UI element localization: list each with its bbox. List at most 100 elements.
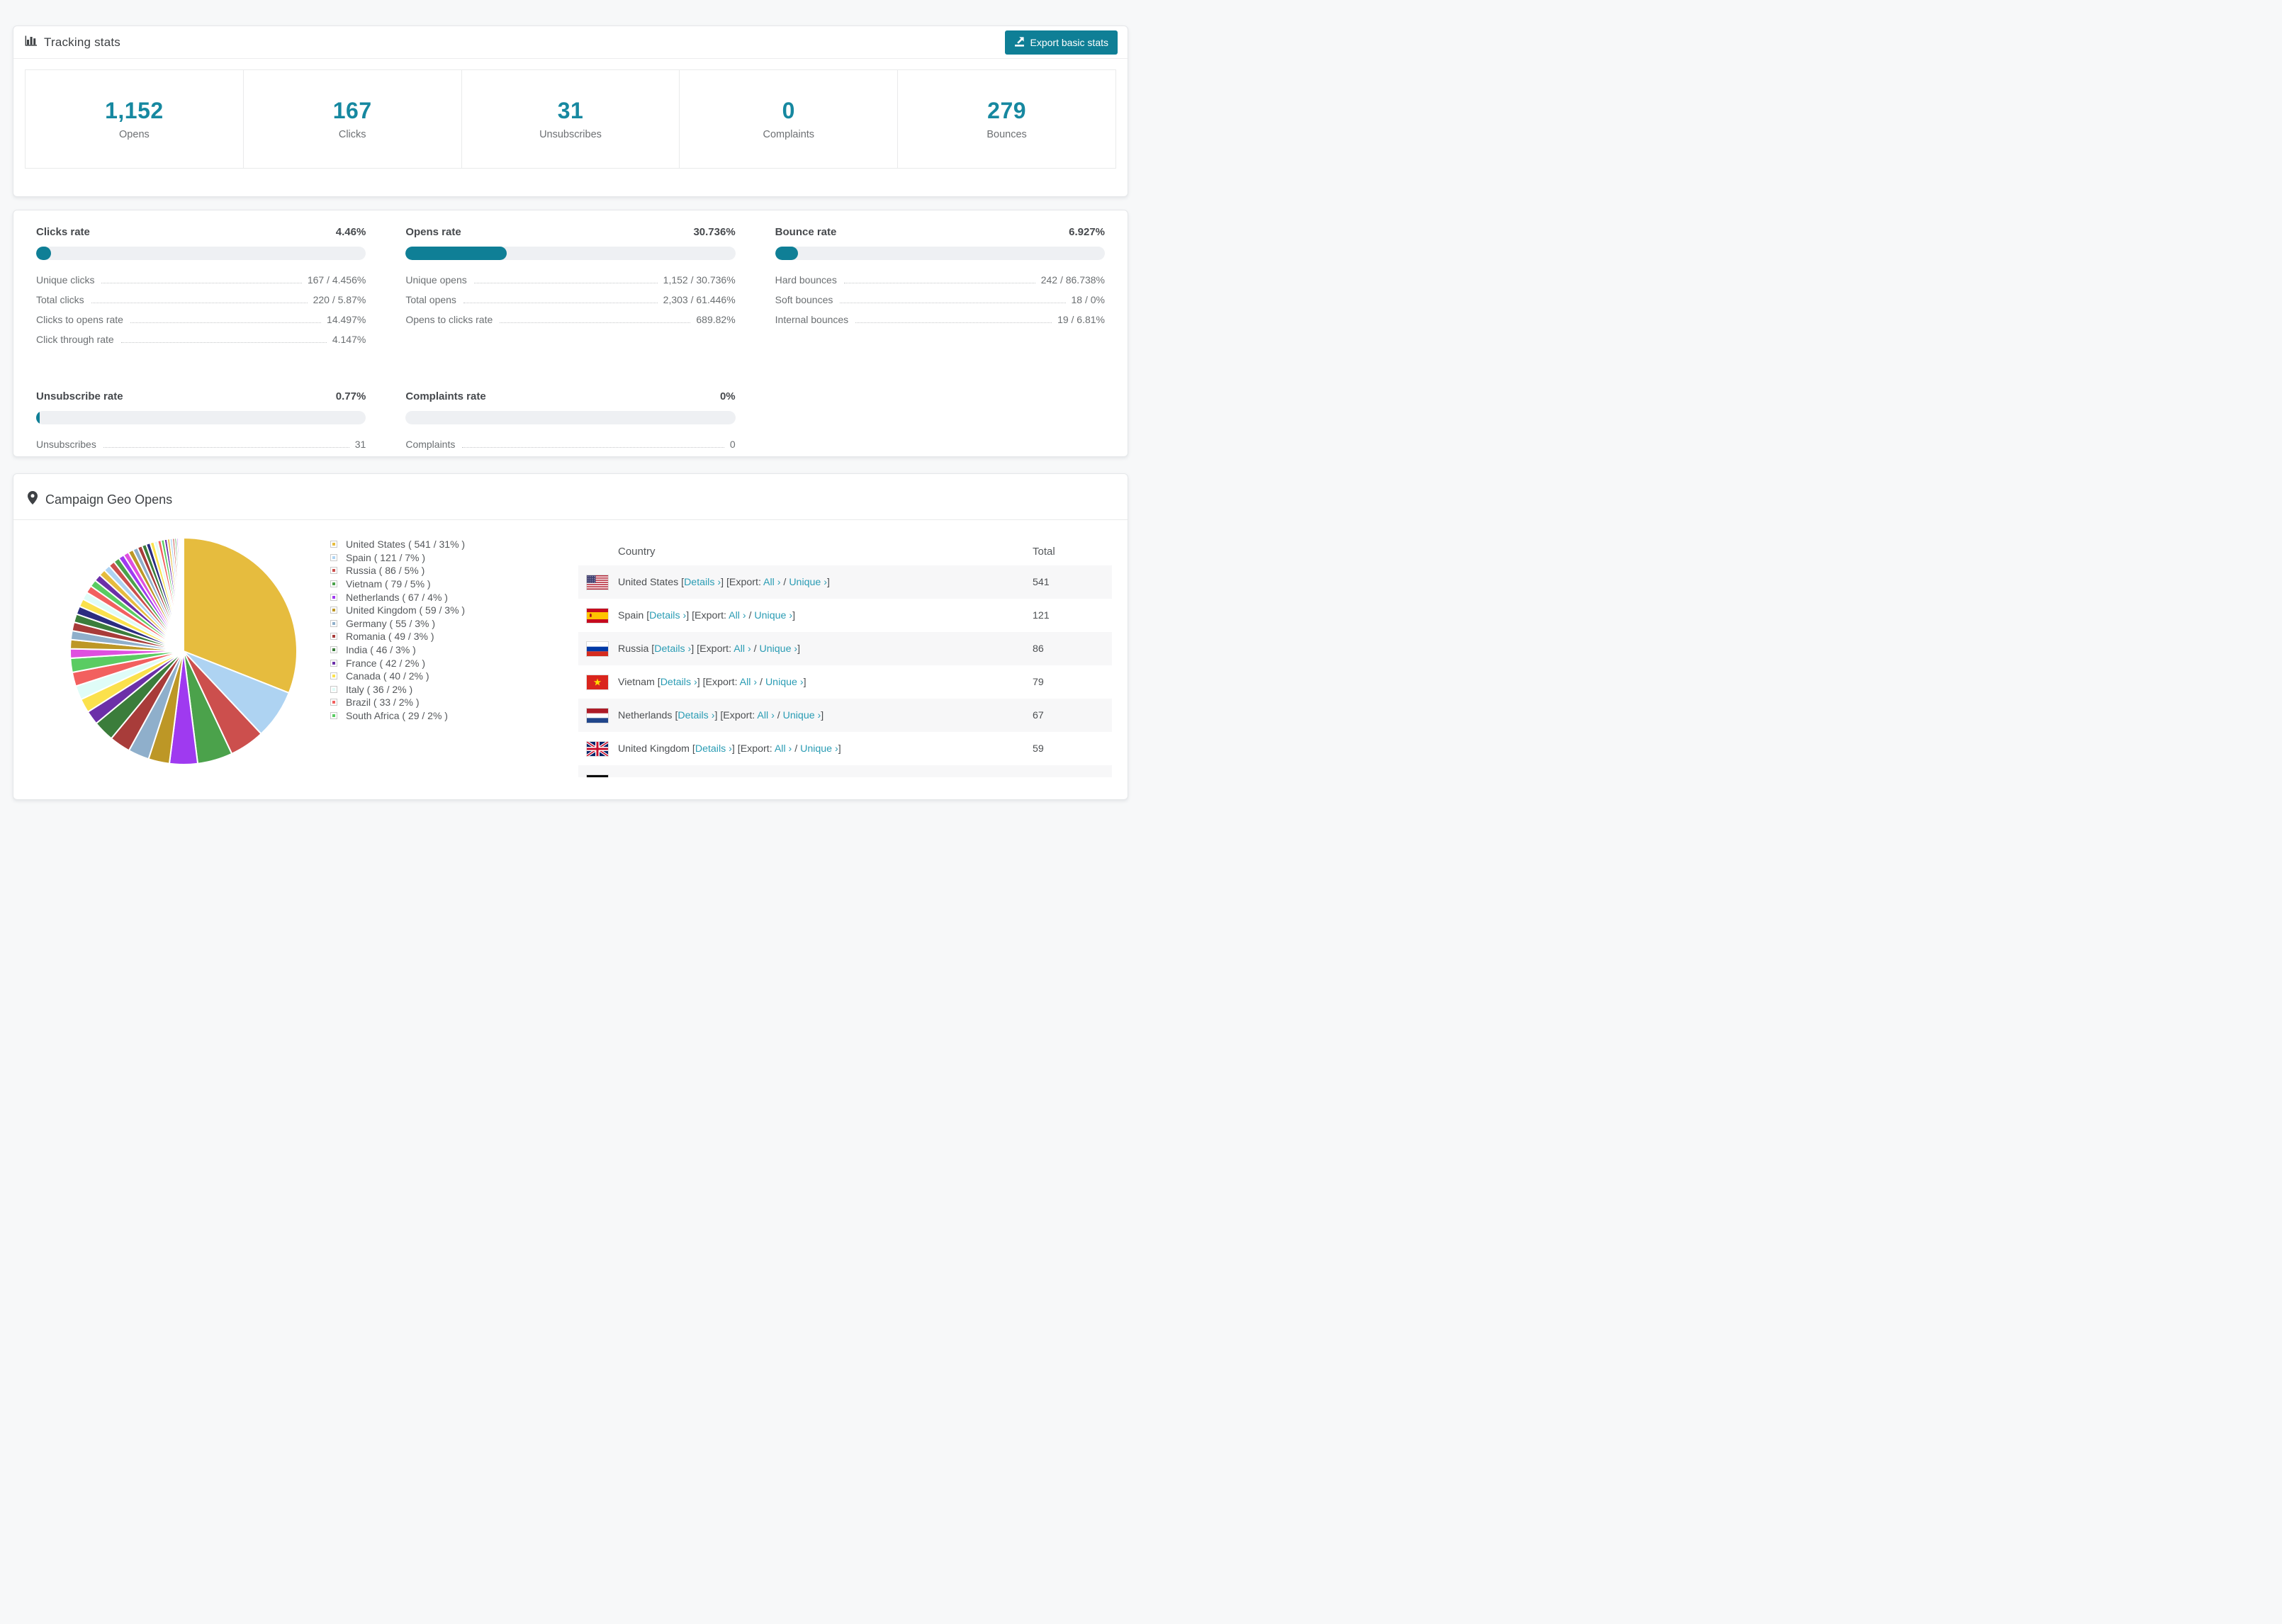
progress-fill (405, 247, 507, 260)
dotted-leader (462, 447, 724, 448)
legend-swatch (330, 633, 337, 641)
table-row-netherlands: Netherlands [Details ›] [Export: All › /… (578, 699, 1112, 732)
spain-export-unique-link[interactable]: Unique › (754, 610, 792, 621)
rate-rows: Unsubscribes 31 (36, 437, 366, 450)
stat-value-unsubscribes: 31 (557, 98, 584, 123)
united-states-export-all-link[interactable]: All › (763, 577, 780, 588)
legend-item-canada: Canada ( 40 / 2% ) (330, 670, 536, 683)
legend-label: Spain ( 121 / 7% ) (346, 551, 426, 563)
rate-row-label: Opens to clicks rate (405, 314, 493, 325)
table-row-united-kingdom: United Kingdom [Details ›] [Export: All … (578, 732, 1112, 765)
stat-label-complaints: Complaints (763, 129, 815, 140)
stat-bounces: 279 Bounces (898, 70, 1115, 168)
vietnam-export-all-link[interactable]: All › (740, 677, 757, 688)
rate-row-value: 0 (729, 439, 736, 450)
tracking-stats-body: 1,152 Opens 167 Clicks 31 Unsubscribes 0 Compla… (13, 59, 1128, 179)
rate-row-unsubscribes: Unsubscribes 31 (36, 437, 366, 450)
vietnam-details-link[interactable]: Details › (661, 677, 697, 688)
rate-row-label: Unsubscribes (36, 439, 96, 450)
germany-export-all-link[interactable]: All › (744, 777, 761, 778)
table-row-vietnam: Vietnam [Details ›] [Export: All › / Uni… (578, 665, 1112, 699)
netherlands-details-link[interactable]: Details › (678, 710, 714, 721)
rate-row-label: Total opens (405, 294, 456, 305)
netherlands-flag-icon (587, 708, 608, 723)
rate-block-clicks-rate: Clicks rate 4.46% Unique clicks 167 / 4.456… (36, 226, 366, 352)
legend-label: South Africa ( 29 / 2% ) (346, 710, 448, 722)
united-states-flag-icon (587, 575, 608, 590)
table-row-united-states: United States [Details ›] [Export: All ›… (578, 565, 1112, 599)
geo-header: Campaign Geo Opens (13, 474, 1128, 519)
legend-item-vietnam: Vietnam ( 79 / 5% ) (330, 577, 536, 591)
vietnam-export-unique-link[interactable]: Unique › (765, 677, 804, 688)
page-title: Tracking stats (44, 35, 120, 49)
total-cell: 67 (1033, 709, 1044, 721)
netherlands-export-unique-link[interactable]: Unique › (783, 710, 821, 721)
legend-swatch (330, 646, 337, 654)
progress-bar-clicks-rate (36, 247, 366, 260)
russia-flag-icon (587, 641, 608, 656)
spain-details-link[interactable]: Details › (649, 610, 686, 621)
united-kingdom-export-all-link[interactable]: All › (775, 743, 792, 755)
country-cell: Netherlands [Details ›] [Export: All › /… (618, 709, 824, 721)
rate-row-total-opens: Total opens 2,303 / 61.446% (405, 293, 735, 305)
total-cell: 59 (1033, 743, 1044, 755)
legend-label: Russia ( 86 / 5% ) (346, 565, 425, 577)
united-kingdom-export-unique-link[interactable]: Unique › (800, 743, 838, 755)
rate-row-label: Click through rate (36, 334, 114, 345)
legend-item-romania: Romania ( 49 / 3% ) (330, 630, 536, 643)
geo-content: United States ( 541 / 31% ) Spain ( 121 /… (13, 520, 1128, 777)
rate-row-clicks-to-opens-rate: Clicks to opens rate 14.497% (36, 312, 366, 325)
total-cell: 86 (1033, 643, 1044, 655)
stat-label-opens: Opens (119, 129, 150, 140)
germany-details-link[interactable]: Details › (665, 777, 702, 778)
country-cell: United States [Details ›] [Export: All ›… (618, 576, 830, 588)
spain-export-all-link[interactable]: All › (729, 610, 746, 621)
united-states-export-unique-link[interactable]: Unique › (789, 577, 827, 588)
united-states-details-link[interactable]: Details › (684, 577, 721, 588)
rate-block-bounce-rate: Bounce rate 6.927% Hard bounces 242 / 86.73… (775, 226, 1105, 352)
rate-title: Clicks rate (36, 226, 90, 238)
geo-title: Campaign Geo Opens (45, 492, 173, 507)
geo-pie-chart[interactable] (67, 534, 300, 772)
stat-label-unsubscribes: Unsubscribes (539, 129, 602, 140)
legend-label: Netherlands ( 67 / 4% ) (346, 591, 448, 603)
rate-row-value: 242 / 86.738% (1040, 274, 1105, 286)
russia-details-link[interactable]: Details › (654, 643, 691, 655)
progress-bar-opens-rate (405, 247, 736, 260)
stat-complaints: 0 Complaints (680, 70, 899, 168)
rate-rows: Hard bounces 242 / 86.738% Soft bounces 18 … (775, 273, 1105, 325)
united-kingdom-details-link[interactable]: Details › (695, 743, 732, 755)
rate-row-value: 19 / 6.81% (1057, 314, 1105, 325)
rate-row-value: 2,303 / 61.446% (663, 294, 736, 305)
russia-export-all-link[interactable]: All › (734, 643, 751, 655)
rate-row-value: 18 / 0% (1071, 294, 1105, 305)
germany-export-unique-link[interactable]: Unique › (770, 777, 808, 778)
netherlands-export-all-link[interactable]: All › (757, 710, 774, 721)
rate-title: Bounce rate (775, 226, 837, 238)
export-basic-stats-button[interactable]: Export basic stats (1004, 30, 1118, 55)
table-row-germany: Germany [Details ›] [Export: All › / Uni… (578, 765, 1112, 777)
legend-swatch (330, 712, 337, 720)
rate-row-value: 220 / 5.87% (313, 294, 366, 305)
stat-value-clicks: 167 (332, 98, 372, 123)
rate-head-unsubscribe-rate: Unsubscribe rate 0.77% (36, 390, 366, 402)
rate-title: Unsubscribe rate (36, 390, 123, 402)
dotted-leader (103, 447, 349, 448)
rate-value: 0% (719, 390, 736, 402)
russia-export-unique-link[interactable]: Unique › (760, 643, 798, 655)
legend-item-india: India ( 46 / 3% ) (330, 643, 536, 657)
legend-swatch (330, 607, 337, 614)
legend-swatch (330, 553, 337, 561)
stat-value-bounces: 279 (987, 98, 1027, 123)
rate-row-total-clicks: Total clicks 220 / 5.87% (36, 293, 366, 305)
progress-bar-complaints-rate (405, 411, 736, 424)
stat-label-clicks: Clicks (338, 129, 366, 140)
rate-value: 30.736% (693, 226, 736, 238)
legend-swatch (330, 699, 337, 706)
rate-row-complaints: Complaints 0 (405, 437, 735, 450)
rate-row-label: Total clicks (36, 294, 84, 305)
vietnam-flag-icon (587, 675, 608, 689)
rate-row-value: 14.497% (327, 314, 366, 325)
stat-label-bounces: Bounces (987, 129, 1027, 140)
rates-card: Clicks rate 4.46% Unique clicks 167 / 4.456… (13, 210, 1128, 457)
